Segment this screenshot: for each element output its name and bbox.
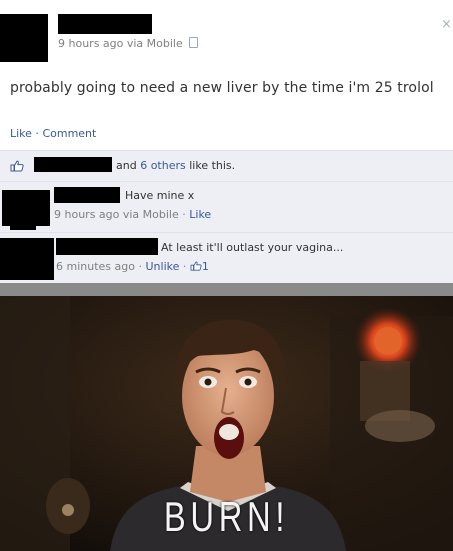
comment-separator: · [178, 208, 190, 221]
comment-row: At least it'll outlast your vagina... 6 … [0, 232, 453, 284]
comment-separator: · [134, 260, 146, 273]
redacted-commenter-name [54, 187, 120, 203]
likes-and: and [116, 159, 137, 172]
thumbs-up-icon [10, 160, 24, 172]
reaction-meme-image: BURN! [0, 296, 453, 551]
redacted-commenter-avatar-tail [10, 218, 36, 230]
redacted-author-name [58, 14, 152, 34]
like-link[interactable]: Like [10, 127, 32, 140]
redacted-liker-name [34, 157, 112, 172]
likes-others-link[interactable]: 6 others [140, 159, 186, 172]
comment-meta: 6 minutes ago · Unlike · 1 [56, 260, 209, 273]
feedback-area: and 6 others like this. Have mine x 9 ho… [0, 150, 453, 283]
comment-timestamp[interactable]: 9 hours ago via Mobile [54, 208, 179, 221]
likes-suffix: like this. [189, 159, 236, 172]
redacted-avatar [0, 14, 48, 62]
comment-like-link[interactable]: Like [189, 208, 211, 221]
comment-like-count[interactable]: 1 [202, 260, 209, 273]
comment-timestamp[interactable]: 6 minutes ago [56, 260, 135, 273]
likes-summary: and 6 others like this. [116, 159, 235, 172]
facebook-post: 9 hours ago via Mobile × probably going … [0, 0, 453, 283]
comment-separator: · [179, 260, 190, 273]
post-timestamp[interactable]: 9 hours ago via Mobile [58, 37, 183, 50]
likes-row: and 6 others like this. [0, 150, 453, 181]
post-timestamp-line: 9 hours ago via Mobile [58, 37, 198, 50]
status-text: probably going to need a new liver by th… [10, 80, 434, 96]
redacted-commenter-name [56, 238, 158, 255]
mobile-phone-icon [188, 37, 198, 48]
thumbs-up-icon [190, 261, 202, 271]
comment-unlike-link[interactable]: Unlike [145, 260, 179, 273]
post-actions: Like · Comment [10, 127, 96, 140]
comment-text: At least it'll outlast your vagina... [161, 241, 344, 254]
comment-link[interactable]: Comment [42, 127, 96, 140]
redacted-commenter-avatar [0, 238, 54, 280]
comment-row: Have mine x 9 hours ago via Mobile · Lik… [0, 181, 453, 232]
comment-meta: 9 hours ago via Mobile · Like [54, 208, 211, 221]
close-icon[interactable]: × [441, 17, 452, 32]
action-separator: · [31, 127, 43, 140]
meme-caption: BURN! [163, 493, 290, 540]
divider-bar [0, 283, 453, 296]
comment-text: Have mine x [125, 189, 195, 202]
